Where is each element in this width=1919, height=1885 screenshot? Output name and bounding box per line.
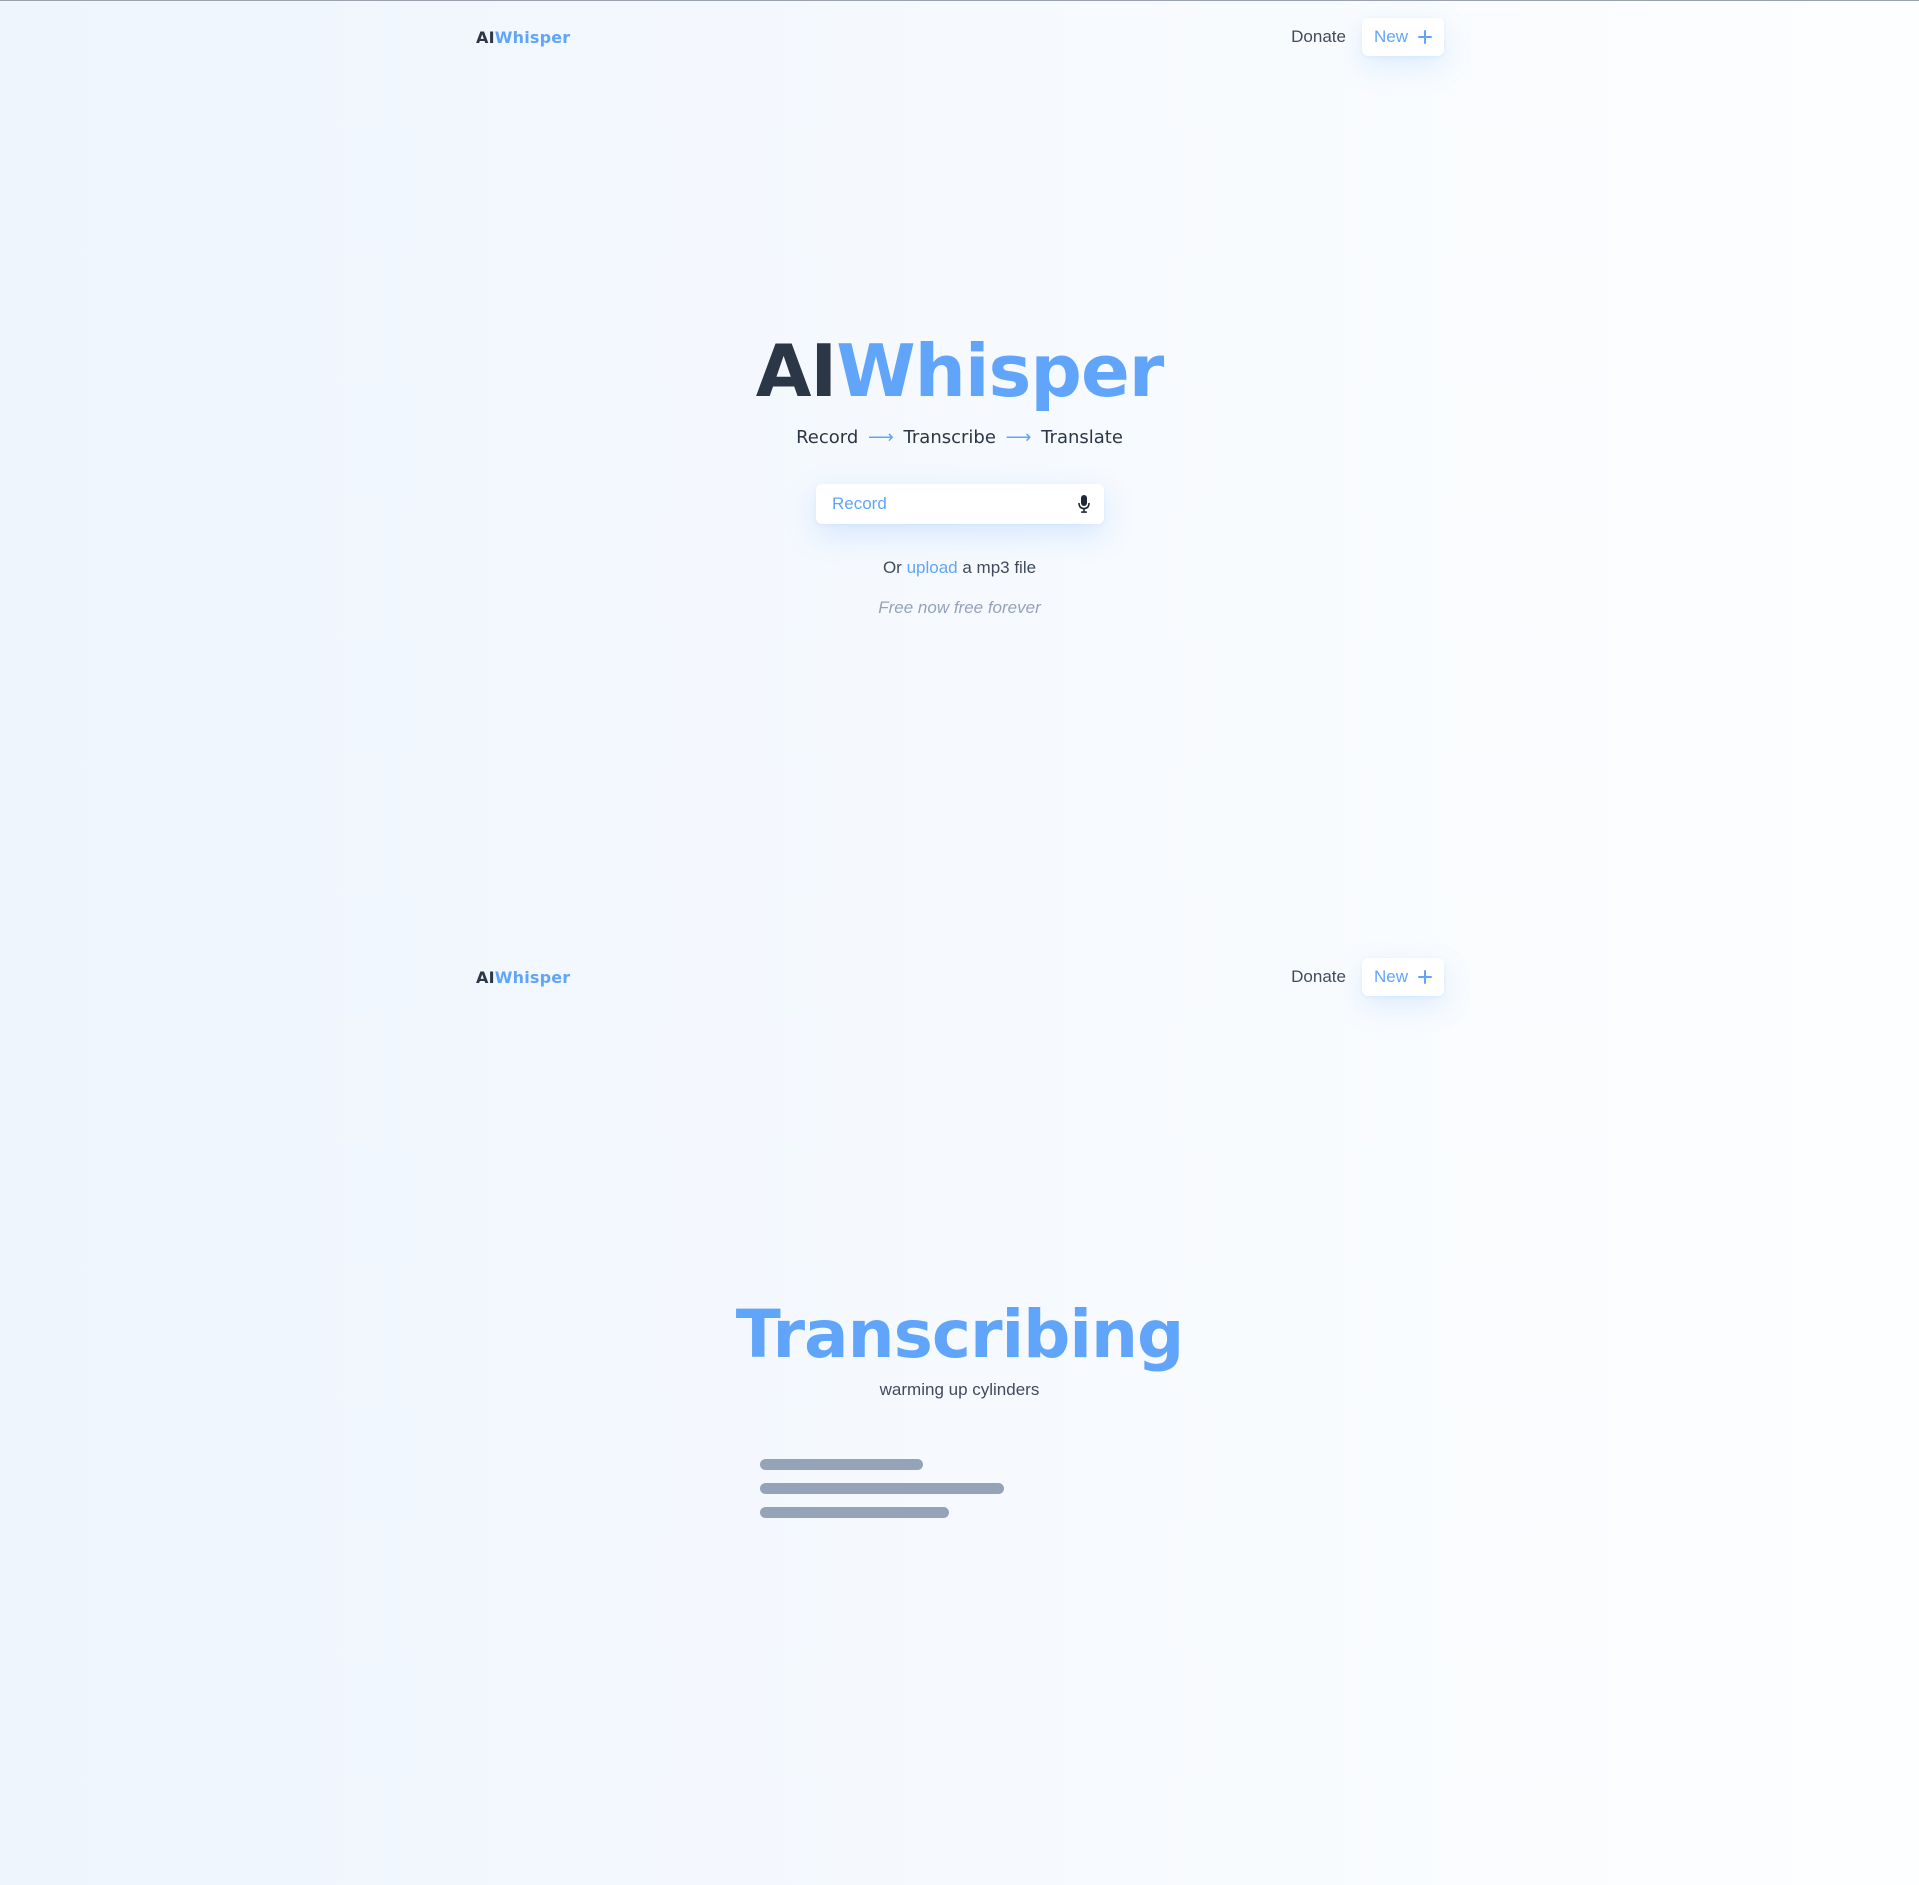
new-button-label: New [1373,27,1408,46]
loading-skeleton-line [760,1459,923,1470]
logo-whisper-text: Whisper [494,27,571,47]
record-button-label: Record [832,494,887,513]
hero-title: AIWhisper [0,326,1919,416]
donate-link[interactable]: Donate [1291,967,1346,987]
app-header: AIWhisper Donate New [476,17,1444,57]
upload-link[interactable]: upload [907,558,958,577]
plus-icon [1418,970,1432,984]
arrow-right-icon: ⟶ [868,427,894,448]
logo-whisper-text: Whisper [494,967,571,987]
app-logo[interactable]: AIWhisper [476,28,570,47]
hero-title-whisper: Whisper [836,329,1164,413]
new-button-label: New [1373,967,1408,986]
hero-title-ai: AI [755,329,838,413]
donate-link[interactable]: Donate [1291,27,1346,47]
plus-icon [1418,30,1432,44]
tagline-step-record: Record [796,427,859,448]
upload-prefix: Or [882,558,902,577]
upload-prompt: Or upload a mp3 file [0,556,1919,580]
logo-ai-text: AI [476,27,495,47]
app-header: AIWhisper Donate New [476,957,1444,997]
arrow-right-icon: ⟶ [1005,427,1032,448]
microphone-icon [1078,495,1090,513]
tagline-step-translate: Translate [1041,427,1123,448]
tagline-step-transcribe: Transcribe [903,427,996,448]
free-forever-text: Free now free forever [878,598,1041,617]
transcribing-status: warming up cylinders [879,1380,1040,1399]
tagline: Record ⟶ Transcribe ⟶ Translate [0,424,1919,452]
header-actions: Donate New [1291,18,1444,56]
new-button[interactable]: New [1361,958,1444,996]
new-button[interactable]: New [1361,18,1444,56]
transcribing-panel: AIWhisper Donate New Transcribing warmin… [0,940,1919,1880]
record-button[interactable]: Record [816,484,1104,524]
home-panel: AIWhisper Donate New AIWhisper Record ⟶ … [0,0,1919,940]
loading-skeleton-line [760,1483,1004,1494]
loading-skeleton-line [760,1507,949,1518]
upload-suffix: a mp3 file [962,558,1037,577]
app-logo[interactable]: AIWhisper [476,968,570,987]
logo-ai-text: AI [476,967,495,987]
header-actions: Donate New [1291,958,1444,996]
transcribing-title: Transcribing [735,1296,1185,1373]
